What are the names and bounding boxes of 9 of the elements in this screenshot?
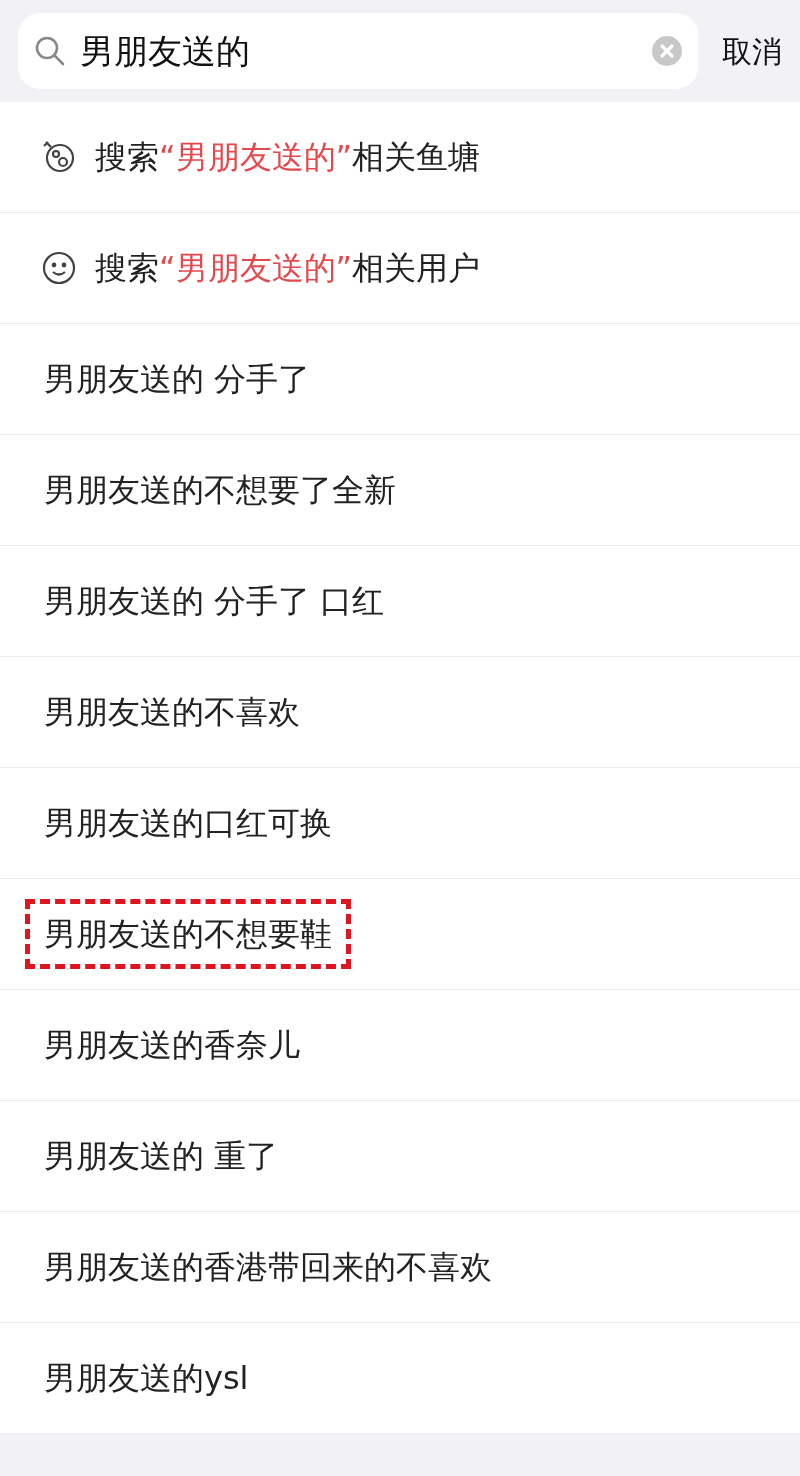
smiley-icon bbox=[42, 251, 76, 285]
search-suggestion[interactable]: 男朋友送的不想要鞋 bbox=[25, 899, 351, 969]
search-field[interactable]: 男朋友送的 bbox=[18, 13, 698, 89]
cancel-button[interactable]: 取消 bbox=[722, 28, 782, 74]
clear-icon[interactable] bbox=[652, 36, 682, 66]
search-suggestion[interactable]: 男朋友送的ysl bbox=[25, 1343, 268, 1413]
search-icon bbox=[34, 35, 66, 67]
bubbles-icon bbox=[42, 140, 76, 174]
search-text: 男朋友送的 bbox=[80, 29, 251, 73]
